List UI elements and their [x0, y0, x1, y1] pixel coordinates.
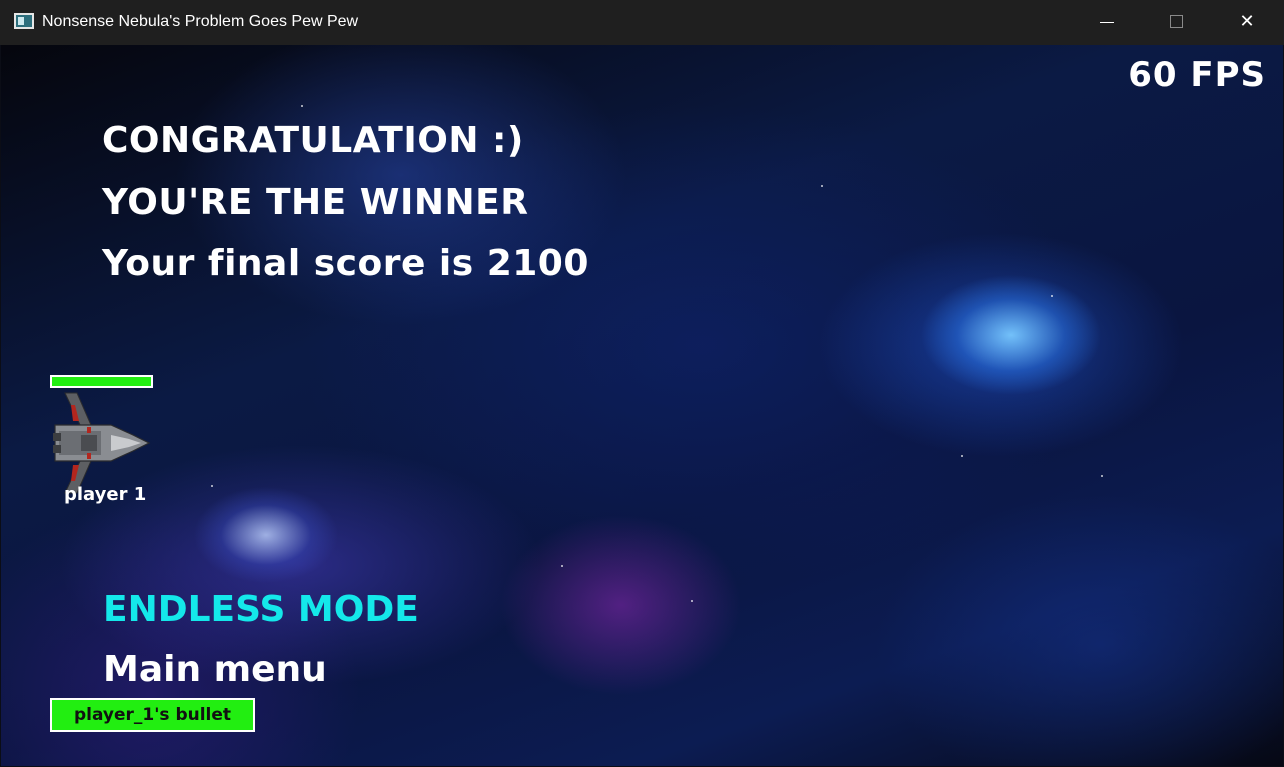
player-health-bar	[50, 375, 153, 388]
minimize-button[interactable]	[1072, 0, 1142, 45]
close-button[interactable]: ✕	[1212, 0, 1282, 45]
window-title: Nonsense Nebula's Problem Goes Pew Pew	[42, 13, 359, 30]
final-score-text: Your final score is 2100	[102, 243, 589, 284]
bullet-label: player_1's bullet	[50, 698, 255, 732]
game-canvas: 60 FPS CONGRATULATION :) YOU'RE THE WINN…	[1, 45, 1283, 766]
star	[961, 455, 963, 457]
player-health-fill	[52, 377, 151, 386]
title-bar[interactable]: Nonsense Nebula's Problem Goes Pew Pew ✕	[0, 0, 1284, 45]
star	[561, 565, 563, 567]
star	[211, 485, 213, 487]
maximize-button[interactable]	[1142, 0, 1212, 45]
maximize-icon	[1170, 15, 1183, 28]
star	[1101, 475, 1103, 477]
close-icon: ✕	[1239, 11, 1255, 32]
game-window: Nonsense Nebula's Problem Goes Pew Pew ✕…	[0, 0, 1284, 767]
star	[821, 185, 823, 187]
main-menu-option[interactable]: Main menu	[103, 648, 327, 692]
endless-mode-option[interactable]: ENDLESS MODE	[103, 588, 419, 632]
star	[691, 600, 693, 602]
congratulation-text: CONGRATULATION :)	[102, 120, 524, 161]
spaceship-icon	[53, 392, 151, 494]
minimize-icon	[1100, 22, 1114, 23]
winner-text: YOU'RE THE WINNER	[102, 182, 529, 223]
player-label: player 1	[64, 484, 147, 505]
fps-counter: 60 FPS	[1128, 55, 1266, 95]
star	[1051, 295, 1053, 297]
star	[301, 105, 303, 107]
app-icon	[14, 13, 34, 29]
